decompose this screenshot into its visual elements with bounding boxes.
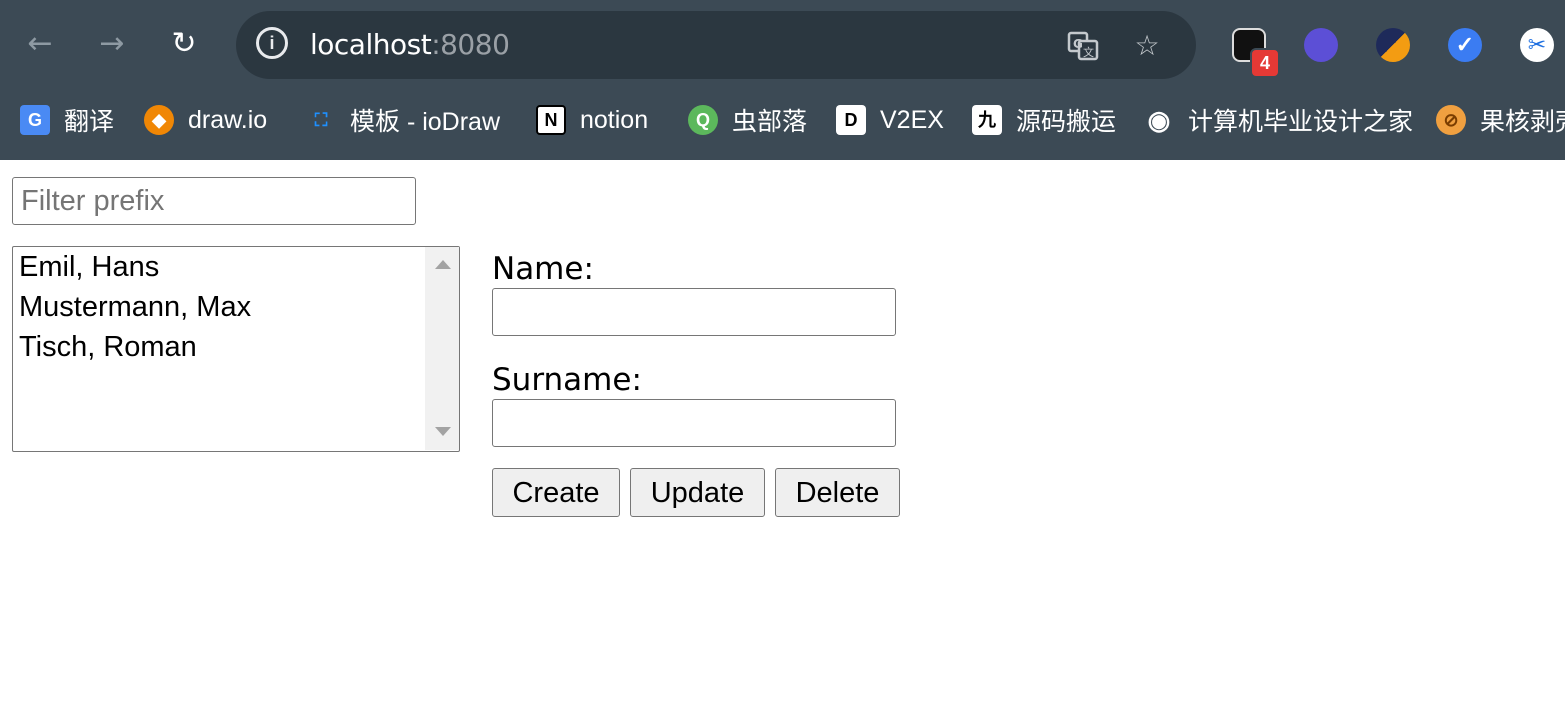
bookmark-chongbuluo[interactable]: Q 虫部落	[688, 96, 807, 144]
browser-toolbar: ← → ↻ i localhost:8080 G文 ☆ 4 ✓ ✂	[0, 0, 1565, 90]
scroll-down-icon[interactable]	[435, 427, 451, 436]
name-label: Name:	[492, 251, 594, 287]
back-button[interactable]: ←	[18, 22, 62, 66]
name-input[interactable]	[492, 288, 896, 336]
v2ex-icon: D	[836, 105, 866, 135]
forward-arrow-icon: →	[99, 26, 125, 61]
bookmark-star-icon[interactable]: ☆	[1130, 29, 1164, 63]
bookmark-iodraw[interactable]: ⛶ 模板 - ioDraw	[306, 96, 500, 144]
bookmark-label: 翻译	[64, 108, 115, 136]
extension-scissors-icon[interactable]: ✂	[1520, 28, 1554, 62]
list-item[interactable]: Emil, Hans	[19, 247, 159, 287]
bookmark-label: 虫部落	[732, 108, 808, 136]
surname-input[interactable]	[492, 399, 896, 447]
svg-text:文: 文	[1083, 45, 1094, 59]
listbox-scrollbar[interactable]	[425, 247, 459, 450]
people-listbox[interactable]: Emil, Hans Mustermann, Max Tisch, Roman	[12, 246, 460, 452]
bookmark-label: 源码搬运	[1016, 108, 1117, 136]
bookmark-drawio[interactable]: ◆ draw.io	[144, 96, 267, 144]
bookmark-label: 果核剥壳	[1480, 108, 1565, 136]
guohe-icon: ⊘	[1436, 105, 1466, 135]
reload-icon: ↻	[171, 26, 197, 61]
svg-text:G: G	[1073, 37, 1083, 51]
bookmark-label: notion	[580, 105, 649, 134]
yuanma-icon: 九	[972, 105, 1002, 135]
url-host: localhost	[310, 28, 432, 61]
translate-page-icon[interactable]: G文	[1066, 29, 1100, 63]
bookmark-guohe[interactable]: ⊘ 果核剥壳	[1436, 96, 1565, 144]
update-button[interactable]: Update	[630, 468, 765, 517]
extension-notify-icon[interactable]: 4	[1232, 28, 1280, 78]
translate-icon: G	[20, 105, 50, 135]
browser-chrome: ← → ↻ i localhost:8080 G文 ☆ 4 ✓ ✂ G 翻译 ◆…	[0, 0, 1565, 160]
notion-icon: N	[536, 105, 566, 135]
surname-label: Surname:	[492, 362, 642, 398]
extension-s-orange-icon[interactable]	[1376, 28, 1410, 62]
iodraw-icon: ⛶	[314, 110, 328, 130]
bookmarks-bar: G 翻译 ◆ draw.io ⛶ 模板 - ioDraw N notion Q …	[0, 96, 1565, 144]
list-item[interactable]: Tisch, Roman	[19, 327, 197, 367]
reload-button[interactable]: ↻	[162, 22, 206, 66]
back-arrow-icon: ←	[27, 26, 53, 61]
create-button[interactable]: Create	[492, 468, 620, 517]
address-bar[interactable]: i localhost:8080 G文 ☆	[236, 11, 1196, 79]
extension-badge: 4	[1250, 48, 1280, 78]
extension-s-purple-icon[interactable]	[1304, 28, 1338, 62]
url-text[interactable]: localhost:8080	[310, 27, 510, 63]
extension-check-icon[interactable]: ✓	[1448, 28, 1482, 62]
bookmark-label: 计算机毕业设计之家	[1188, 108, 1414, 136]
delete-button[interactable]: Delete	[775, 468, 900, 517]
chongbuluo-icon: Q	[688, 105, 718, 135]
bookmark-yuanma[interactable]: 九 源码搬运	[972, 96, 1116, 144]
scroll-up-icon[interactable]	[435, 260, 451, 269]
drawio-icon: ◆	[144, 105, 174, 135]
list-item[interactable]: Mustermann, Max	[19, 287, 251, 327]
bookmark-translate[interactable]: G 翻译	[20, 96, 114, 144]
filter-prefix-input[interactable]	[12, 177, 416, 225]
forward-button[interactable]: →	[90, 22, 134, 66]
bookmark-label: draw.io	[188, 105, 268, 134]
site-info-icon[interactable]: i	[256, 27, 288, 59]
bookmark-label: 模板 - ioDraw	[350, 108, 501, 136]
bookmark-label: V2EX	[880, 105, 944, 134]
globe-icon: ◉	[1147, 105, 1171, 135]
bookmark-notion[interactable]: N notion	[536, 96, 648, 144]
bookmark-v2ex[interactable]: D V2EX	[836, 96, 944, 144]
url-port: :8080	[431, 28, 510, 61]
bookmark-jisuanji[interactable]: ◉ 计算机毕业设计之家	[1144, 96, 1413, 144]
